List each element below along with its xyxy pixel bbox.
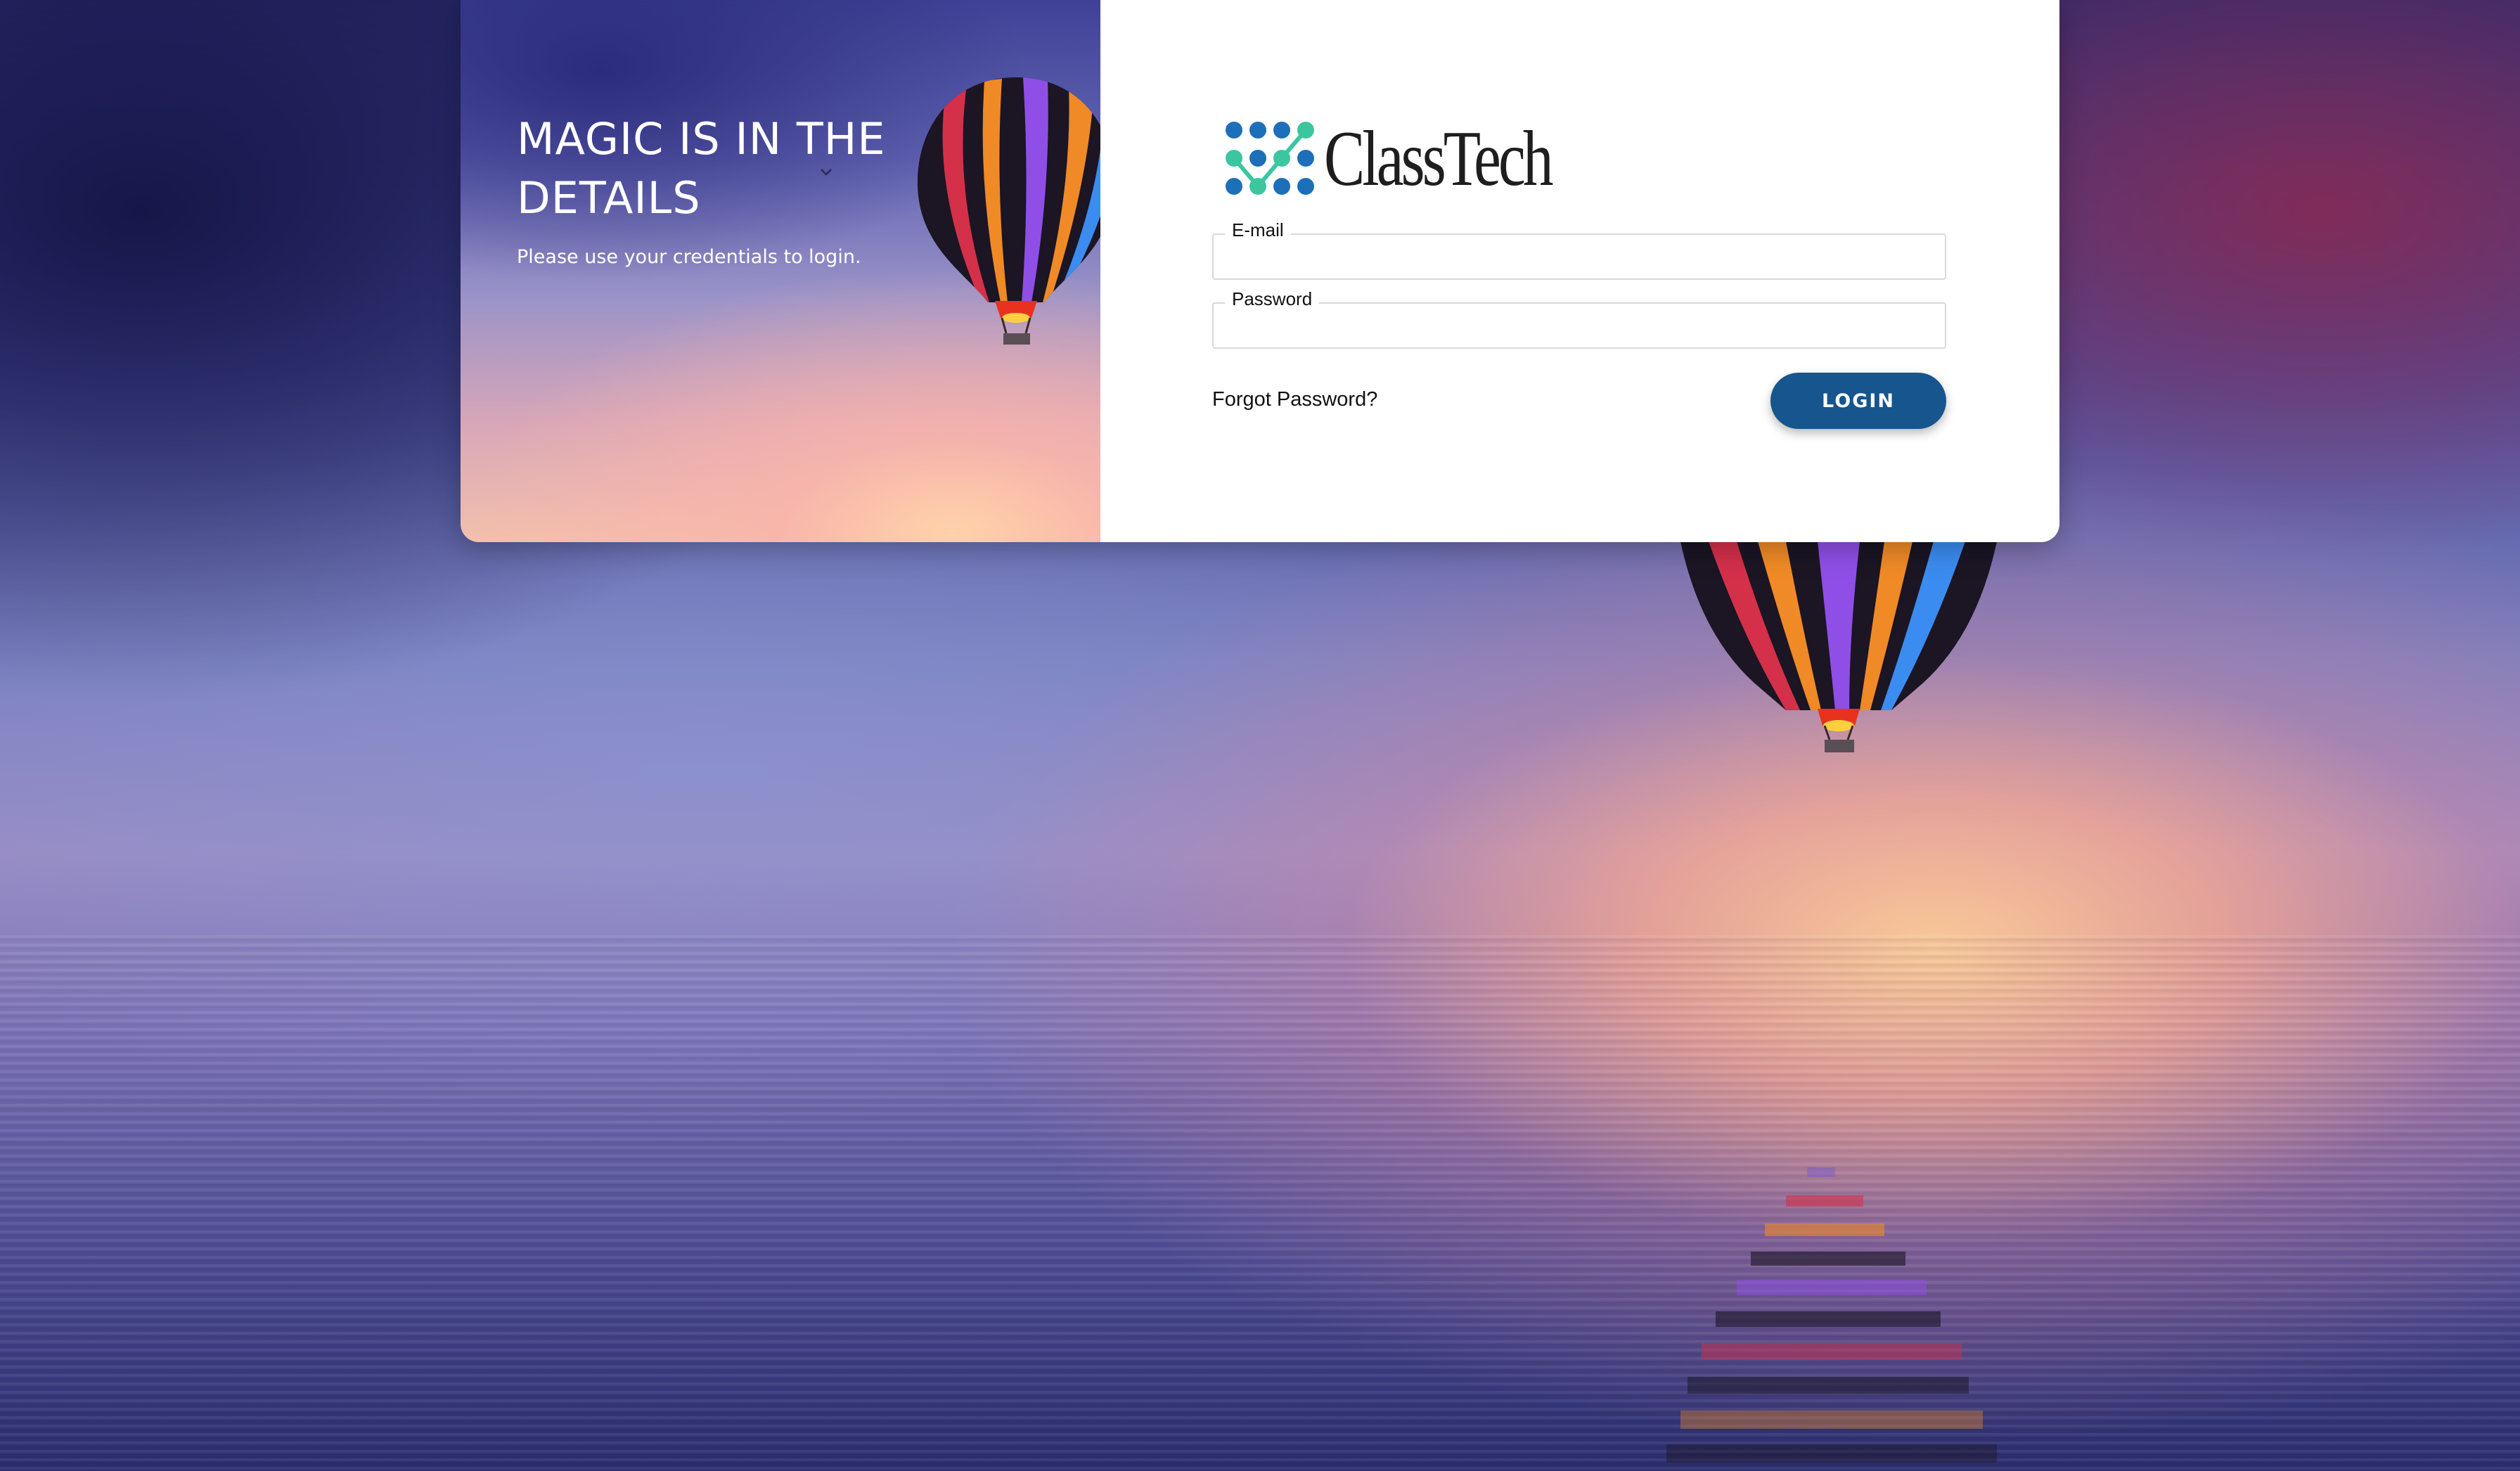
password-field: Password: [1212, 288, 1946, 349]
hero-subtitle: Please use your credentials to login.: [517, 246, 861, 268]
login-card: MAGIC IS IN THE DETAILS Please use your …: [461, 0, 2059, 542]
login-form-panel: ClassTech E-mail Password Forgot Passwor…: [1100, 0, 2059, 542]
email-input[interactable]: [1214, 235, 1945, 278]
hot-air-balloon-image: [918, 77, 1100, 345]
hot-air-balloon-image: [1680, 541, 1997, 752]
login-button[interactable]: LOGIN: [1770, 373, 1946, 429]
email-field: E-mail: [1212, 219, 1946, 280]
hero-title: MAGIC IS IN THE DETAILS: [517, 113, 886, 224]
balloon-reflection: [1666, 1167, 1997, 1463]
water-surface: [0, 935, 2520, 1471]
hero-panel: MAGIC IS IN THE DETAILS Please use your …: [461, 0, 1100, 542]
password-input[interactable]: [1214, 304, 1945, 347]
forgot-password-link[interactable]: Forgot Password?: [1212, 388, 1377, 411]
brand-name: ClassTech: [1324, 115, 1554, 203]
classtech-dot-grid-logo-icon: [1226, 122, 1314, 195]
chevron-down-icon: [821, 169, 832, 176]
brand-logo: ClassTech: [1224, 120, 1615, 198]
